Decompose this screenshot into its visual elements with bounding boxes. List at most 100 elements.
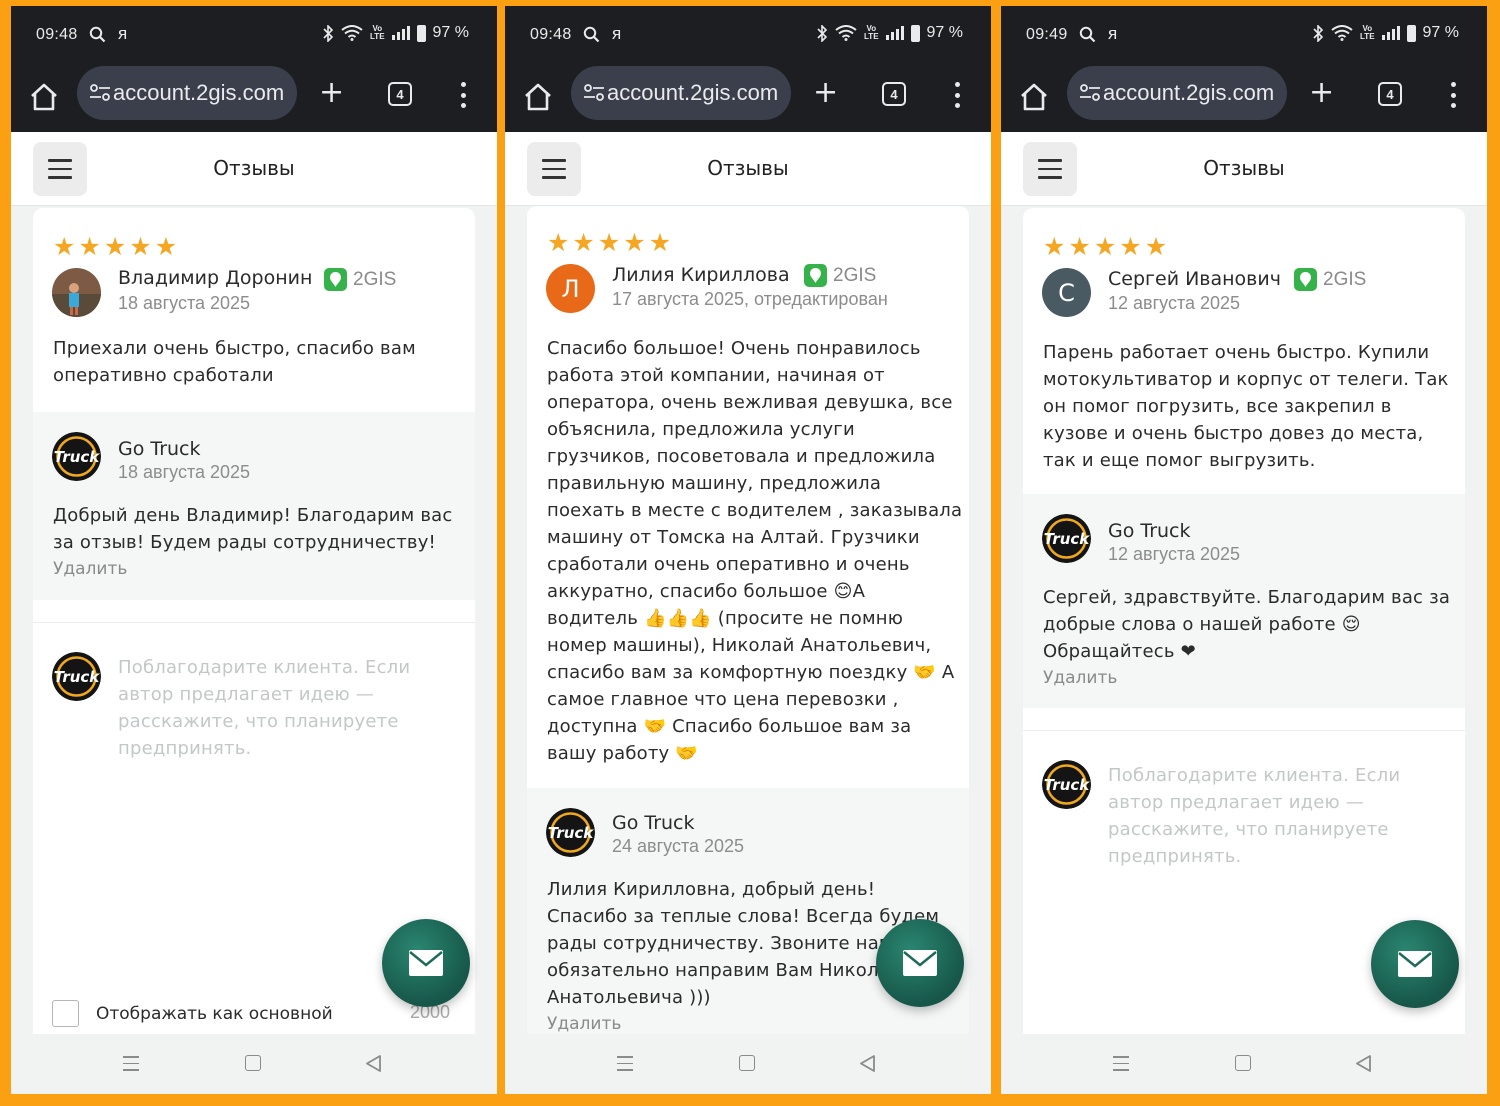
phone-screen-2: 09:48 я Vo LTE 97 % account.2gis.com + 4 … (505, 6, 991, 1094)
avatar: С (1042, 268, 1091, 317)
more-menu-button[interactable] (953, 82, 961, 108)
new-tab-button[interactable]: + (319, 78, 344, 108)
yandex-app-icon: я (612, 24, 622, 43)
reply-date: 18 августа 2025 (118, 462, 251, 482)
reply-input[interactable]: Поблагодарите клиента. Если автор предла… (118, 654, 438, 762)
yandex-app-icon: я (118, 24, 128, 43)
delete-reply-link[interactable]: Удалить (1043, 668, 1117, 688)
address-bar[interactable]: account.2gis.com (1067, 66, 1287, 120)
volte-indicator: Vo LTE (864, 24, 879, 41)
message-button[interactable] (876, 919, 964, 1007)
tabs-button[interactable]: 4 (388, 82, 412, 106)
recents-icon[interactable] (617, 1056, 633, 1071)
svg-text:Truck: Truck (1044, 776, 1091, 794)
site-settings-icon[interactable] (583, 83, 605, 103)
reply-text: Сергей, здравствуйте. Благодарим вас за … (1043, 587, 1451, 662)
url-text: account.2gis.com (607, 80, 779, 105)
company-logo: Truck (52, 652, 101, 701)
browser-toolbar: account.2gis.com + 4 (11, 60, 497, 132)
address-bar[interactable]: account.2gis.com (571, 66, 791, 120)
home-icon[interactable] (523, 82, 553, 112)
review-date: 18 августа 2025 (118, 293, 251, 313)
star-icon: ★ (1043, 232, 1066, 261)
nav-home-icon[interactable] (1235, 1055, 1251, 1071)
review-card: ★ ★ ★ ★ ★ С Сергей Иванович 2GIS 12 августа … (1023, 208, 1465, 496)
home-icon[interactable] (29, 82, 59, 112)
signal-icon (391, 26, 410, 40)
site-settings-icon[interactable] (89, 83, 111, 103)
battery-icon (416, 24, 426, 42)
back-icon[interactable] (365, 1055, 381, 1072)
star-icon: ★ (1093, 232, 1117, 261)
star-rating: ★ ★ ★ ★ ★ (547, 230, 671, 255)
svg-text:Truck: Truck (1044, 530, 1091, 548)
review-date: 17 августа 2025, отредактирован (612, 289, 888, 309)
svg-text:Truck: Truck (548, 824, 595, 842)
show-as-main-checkbox[interactable] (52, 1000, 79, 1027)
wifi-icon (341, 25, 363, 41)
source-badge: 2GIS (324, 268, 396, 291)
new-tab-button[interactable]: + (1309, 78, 1334, 108)
recents-icon[interactable] (123, 1056, 139, 1071)
star-icon: ★ (648, 228, 672, 257)
address-bar[interactable]: account.2gis.com (77, 66, 297, 120)
mail-icon (1398, 951, 1432, 977)
volte-indicator: Vo LTE (370, 24, 385, 41)
nav-home-icon[interactable] (245, 1055, 261, 1071)
search-icon (583, 26, 600, 42)
mail-icon (409, 950, 443, 976)
system-nav-bar (505, 1034, 991, 1094)
new-tab-button[interactable]: + (813, 78, 838, 108)
bluetooth-icon (1313, 24, 1324, 42)
review-author: Владимир Доронин (118, 267, 313, 289)
recents-icon[interactable] (1113, 1056, 1129, 1071)
browser-toolbar: account.2gis.com + 4 (1001, 60, 1487, 132)
battery-percent: 97 % (432, 24, 469, 41)
volte-indicator: Vo LTE (1360, 24, 1375, 41)
page-header: Отзывы (11, 132, 497, 206)
more-menu-button[interactable] (1449, 82, 1457, 108)
star-icon: ★ (547, 228, 570, 257)
bluetooth-icon (323, 24, 334, 42)
star-icon: ★ (623, 228, 646, 257)
battery-percent: 97 % (1422, 24, 1459, 41)
battery-percent: 97 % (926, 24, 963, 41)
source-label: 2GIS (353, 268, 397, 290)
message-button[interactable] (382, 919, 470, 1007)
star-rating: ★ ★ ★ ★ ★ (1043, 234, 1167, 259)
reply-text: Добрый день Владимир! Благодарим вас за … (53, 505, 453, 553)
message-button[interactable] (1371, 920, 1459, 1008)
star-icon: ★ (129, 232, 152, 261)
status-bar: 09:48 я Vo LTE 97 % (505, 6, 991, 60)
nav-home-icon[interactable] (739, 1055, 755, 1071)
phone-screen-3: 09:49 я Vo LTE 97 % account.2gis.com + 4 … (1001, 6, 1487, 1094)
mail-icon (903, 950, 937, 976)
more-menu-button[interactable] (459, 82, 467, 108)
star-icon: ★ (154, 232, 178, 261)
tabs-button[interactable]: 4 (882, 82, 906, 106)
home-icon[interactable] (1019, 82, 1049, 112)
review-card: ★ ★ ★ ★ ★ Л Лилия Кириллова 2GIS 17 августа … (527, 206, 969, 788)
review-text: Спасибо большое! Очень понравилось работ… (547, 338, 963, 764)
signal-icon (885, 26, 904, 40)
back-icon[interactable] (859, 1055, 875, 1072)
site-settings-icon[interactable] (1079, 83, 1101, 103)
back-icon[interactable] (1355, 1055, 1371, 1072)
star-icon: ★ (103, 232, 127, 261)
review-text: Приехали очень быстро, спасибо вам опера… (53, 338, 416, 386)
star-icon: ★ (1068, 232, 1091, 261)
show-as-main-label: Отображать как основной (96, 1004, 333, 1024)
reply-input[interactable]: Поблагодарите клиента. Если автор предла… (1108, 762, 1428, 870)
browser-toolbar: account.2gis.com + 4 (505, 60, 991, 132)
wifi-icon (1331, 25, 1353, 41)
2gis-icon (804, 264, 827, 287)
delete-reply-link[interactable]: Удалить (547, 1014, 621, 1034)
star-icon: ★ (1119, 232, 1142, 261)
tabs-button[interactable]: 4 (1378, 82, 1402, 106)
review-text: Парень работает очень быстро. Купили мот… (1043, 342, 1449, 471)
battery-icon (1406, 24, 1416, 42)
status-bar: 09:49 я Vo LTE 97 % (1001, 6, 1487, 60)
source-label: 2GIS (833, 264, 877, 286)
reply-date: 12 августа 2025 (1108, 544, 1241, 564)
delete-reply-link[interactable]: Удалить (53, 559, 127, 579)
